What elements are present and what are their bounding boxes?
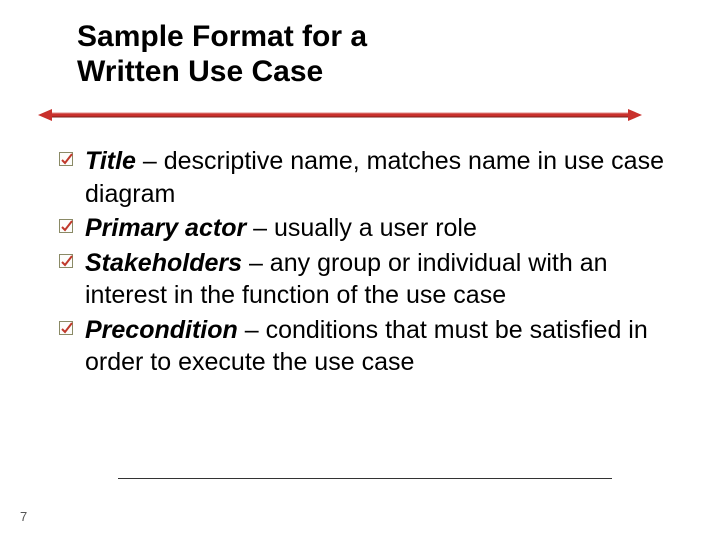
bullet-icon bbox=[59, 321, 73, 335]
title-line-2: Written Use Case bbox=[77, 55, 323, 88]
list-item: Precondition – conditions that must be s… bbox=[65, 314, 665, 379]
item-term: Stakeholders bbox=[85, 249, 242, 277]
slide-title: Sample Format for a Written Use Case bbox=[77, 20, 367, 89]
body-content: Title – descriptive name, matches name i… bbox=[65, 145, 665, 381]
item-desc: – usually a user role bbox=[246, 214, 477, 242]
item-term: Primary actor bbox=[85, 214, 246, 242]
item-term: Precondition bbox=[85, 316, 238, 344]
list-item: Stakeholders – any group or individual w… bbox=[65, 247, 665, 312]
item-desc: – descriptive name, matches name in use … bbox=[85, 147, 664, 208]
list-item: Title – descriptive name, matches name i… bbox=[65, 145, 665, 210]
bullet-icon bbox=[59, 152, 73, 166]
bullet-icon bbox=[59, 254, 73, 268]
page-number: 7 bbox=[20, 509, 27, 524]
list-item: Primary actor – usually a user role bbox=[65, 212, 665, 245]
item-term: Title bbox=[85, 147, 136, 175]
footer-rule bbox=[118, 478, 612, 479]
divider-arrow bbox=[38, 108, 642, 122]
title-line-1: Sample Format for a bbox=[77, 20, 367, 53]
bullet-icon bbox=[59, 219, 73, 233]
slide: Sample Format for a Written Use Case Tit… bbox=[0, 0, 720, 540]
